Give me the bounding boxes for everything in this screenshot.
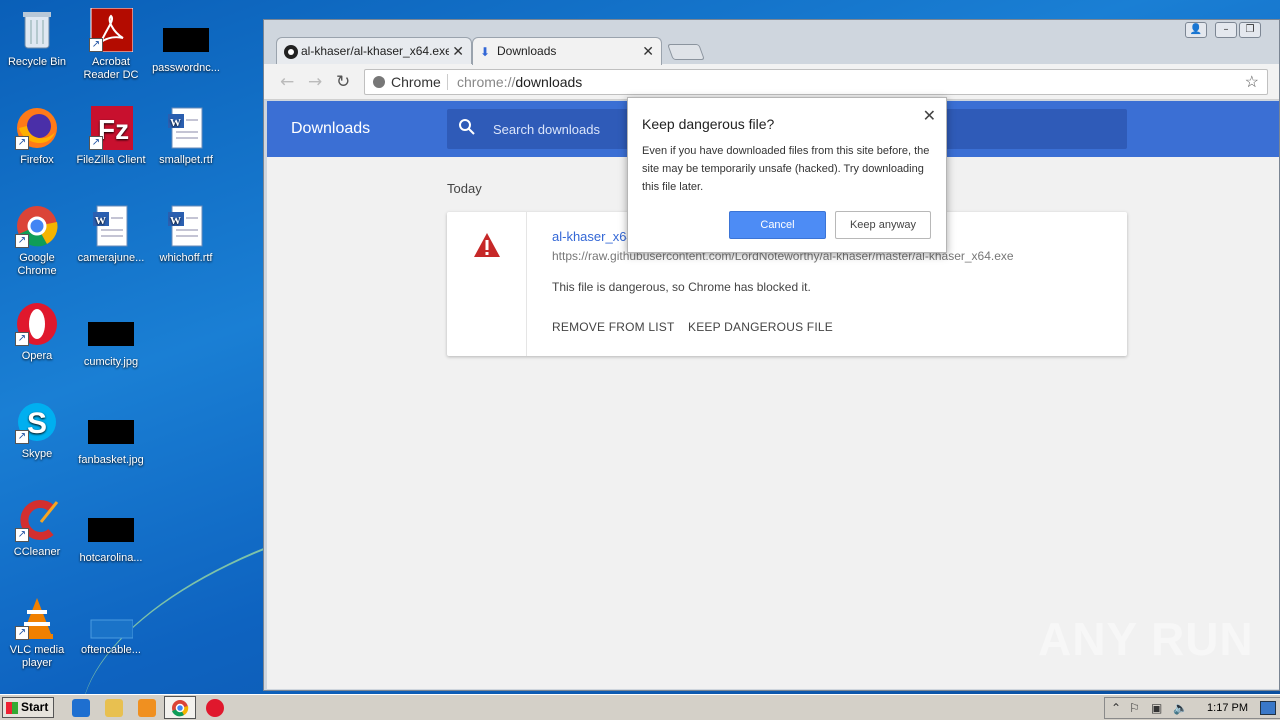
shortcut-arrow-icon: ↗	[89, 38, 103, 52]
bookmark-star-icon[interactable]: ☆	[1245, 72, 1259, 92]
download-icon: ⬇	[480, 45, 491, 59]
url-text: chrome://downloads	[457, 74, 583, 90]
new-tab-button[interactable]	[667, 44, 705, 60]
desktop-icon-chrome[interactable]: ↗ Google Chrome	[0, 204, 74, 278]
desktop-icon-hotcarolina[interactable]: hotcarolina...	[74, 498, 148, 565]
desktop-icon-ccleaner[interactable]: ↗ CCleaner	[0, 498, 74, 559]
shortcut-arrow-icon: ↗	[15, 136, 29, 150]
opera-icon[interactable]	[206, 699, 224, 717]
svg-text:W: W	[170, 117, 181, 129]
section-date-label: Today	[447, 181, 482, 196]
desktop-icon-filezilla[interactable]: Fz ↗ FileZilla Client	[74, 106, 148, 167]
chrome-icon	[172, 700, 189, 717]
omnibox-separator	[447, 74, 448, 90]
image-file-icon	[88, 322, 134, 346]
desktop-icon-acrobat[interactable]: ↗ Acrobat Reader DC	[74, 7, 148, 82]
desktop-icon-passwordnc[interactable]: passwordnc...	[149, 8, 223, 75]
desktop-icon-oftencable[interactable]: oftencable...	[74, 596, 148, 657]
keep-dangerous-file-dialog: Keep dangerous file? ✕ Even if you have …	[627, 97, 947, 253]
warning-icon	[473, 232, 501, 258]
chrome-icon: ↗	[15, 204, 59, 248]
start-button[interactable]: Start	[2, 697, 54, 718]
recycle-bin-icon	[15, 8, 59, 52]
tab-close-icon[interactable]: ✕	[449, 43, 464, 60]
chrome-page-icon	[373, 76, 385, 88]
ie-icon[interactable]	[72, 699, 90, 717]
tab-close-icon[interactable]: ✕	[642, 43, 654, 60]
network-icon[interactable]: ▣	[1151, 701, 1162, 715]
remove-from-list-button[interactable]: REMOVE FROM LIST	[552, 320, 675, 334]
show-desktop-button[interactable]	[1260, 701, 1276, 715]
download-item-icon-column	[447, 212, 527, 356]
desktop-icon-firefox[interactable]: ↗ Firefox	[0, 106, 74, 167]
reload-icon[interactable]: ↻	[336, 72, 350, 92]
tab-downloads[interactable]: ⬇ Downloads ✕	[472, 37, 662, 65]
ccleaner-icon: ↗	[15, 498, 59, 542]
desktop-icon-smallpet[interactable]: W smallpet.rtf	[149, 106, 223, 167]
file-icon	[89, 596, 134, 640]
opera-icon: ↗	[15, 302, 59, 346]
firefox-icon: ↗	[15, 106, 59, 150]
flag-icon[interactable]: ⚐	[1129, 701, 1140, 715]
address-bar[interactable]: Chrome chrome://downloads ☆	[364, 69, 1268, 95]
browser-toolbar: ← → ↻ Chrome chrome://downloads ☆	[264, 64, 1279, 100]
acrobat-icon: ↗	[89, 7, 134, 53]
image-file-icon	[88, 420, 134, 444]
svg-text:W: W	[95, 215, 106, 227]
back-arrow-icon[interactable]: ←	[280, 72, 294, 92]
restore-button[interactable]: ❐	[1239, 22, 1261, 38]
dialog-message: Even if you have downloaded files from t…	[642, 145, 930, 193]
search-icon	[459, 119, 475, 139]
tab-strip: al-khaser/al-khaser_x64.exe ✕ ⬇ Download…	[264, 20, 1279, 65]
desktop-icon-skype[interactable]: S ↗ Skype	[0, 400, 74, 461]
download-status-text: This file is dangerous, so Chrome has bl…	[552, 280, 811, 294]
anyrun-watermark: ANY RUN	[1038, 613, 1254, 665]
cancel-button[interactable]: Cancel	[729, 211, 826, 239]
show-hidden-icons-icon[interactable]: ⌃	[1111, 701, 1121, 715]
close-icon[interactable]: ✕	[923, 106, 936, 126]
word-doc-icon: W	[164, 204, 208, 248]
taskbar: Start ⌃ ⚐ ▣ 🔈 1:17 PM	[0, 694, 1280, 720]
dialog-title: Keep dangerous file?	[642, 116, 775, 132]
vlc-icon: ↗	[15, 596, 59, 640]
explorer-folder-icon[interactable]	[105, 699, 123, 717]
clock[interactable]: 1:17 PM	[1207, 702, 1248, 714]
desktop-icon-vlc[interactable]: ↗ VLC media player	[0, 596, 74, 670]
github-icon	[284, 45, 298, 59]
desktop-icon-whichoff[interactable]: W whichoff.rtf	[149, 204, 223, 265]
word-doc-icon: W	[164, 106, 208, 150]
system-tray: ⌃ ⚐ ▣ 🔈 1:17 PM	[1104, 697, 1280, 719]
profile-icon[interactable]: 👤	[1185, 22, 1207, 38]
keep-dangerous-file-button[interactable]: KEEP DANGEROUS FILE	[688, 320, 833, 334]
more-menu-icon[interactable]: ⋮	[1275, 119, 1279, 137]
desktop-icon-cumcity[interactable]: cumcity.jpg	[74, 302, 148, 369]
tab-github[interactable]: al-khaser/al-khaser_x64.exe ✕	[276, 37, 472, 65]
shortcut-arrow-icon: ↗	[15, 626, 29, 640]
shortcut-arrow-icon: ↗	[15, 234, 29, 248]
volume-icon[interactable]: 🔈	[1173, 701, 1188, 715]
windows-flag-icon	[6, 702, 18, 714]
keep-anyway-button[interactable]: Keep anyway	[835, 211, 931, 239]
minimize-button[interactable]: –	[1215, 22, 1237, 38]
shortcut-arrow-icon: ↗	[15, 528, 29, 542]
forward-arrow-icon[interactable]: →	[308, 72, 322, 92]
svg-text:S: S	[27, 407, 47, 440]
shortcut-arrow-icon: ↗	[15, 332, 29, 346]
svg-text:W: W	[170, 215, 181, 227]
shortcut-arrow-icon: ↗	[89, 136, 103, 150]
shortcut-arrow-icon: ↗	[15, 430, 29, 444]
page-title: Downloads	[291, 120, 371, 137]
file-icon	[163, 28, 209, 52]
media-player-icon[interactable]	[138, 699, 156, 717]
desktop-icon-opera[interactable]: ↗ Opera	[0, 302, 74, 363]
desktop-icon-fanbasket[interactable]: fanbasket.jpg	[74, 400, 148, 467]
desktop-icon-recycle-bin[interactable]: Recycle Bin	[0, 8, 74, 69]
skype-icon: S ↗	[15, 400, 59, 444]
taskbar-chrome-button[interactable]	[164, 696, 196, 719]
filezilla-icon: Fz ↗	[89, 106, 133, 150]
image-file-icon	[88, 518, 134, 542]
desktop-icon-camerajune[interactable]: W camerajune...	[74, 204, 148, 265]
word-doc-icon: W	[89, 204, 133, 248]
